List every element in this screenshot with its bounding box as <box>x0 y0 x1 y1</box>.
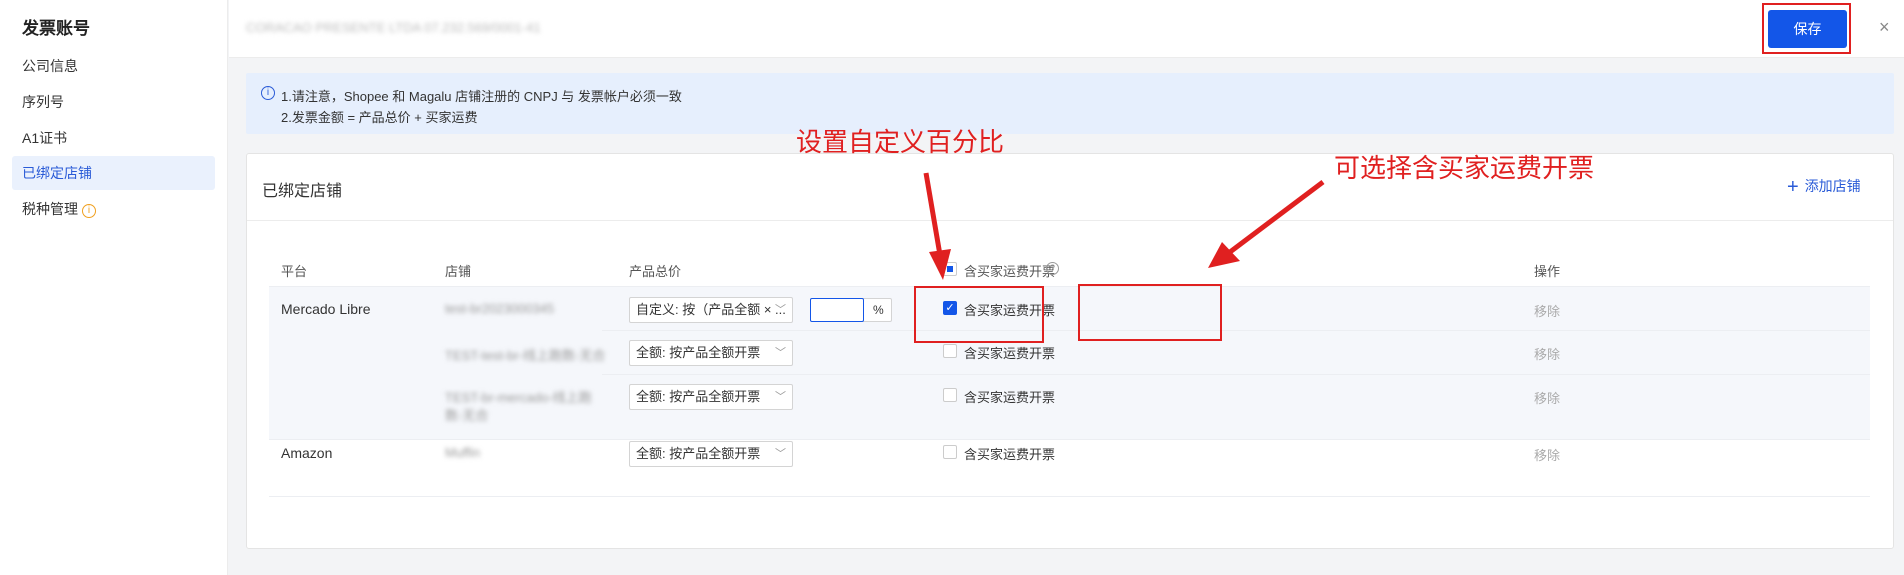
arrow-to-shipping <box>1228 180 1325 254</box>
arrow-head-percent <box>929 249 951 280</box>
arrow-to-percent <box>923 172 943 256</box>
annotation-arrows <box>923 172 1325 280</box>
